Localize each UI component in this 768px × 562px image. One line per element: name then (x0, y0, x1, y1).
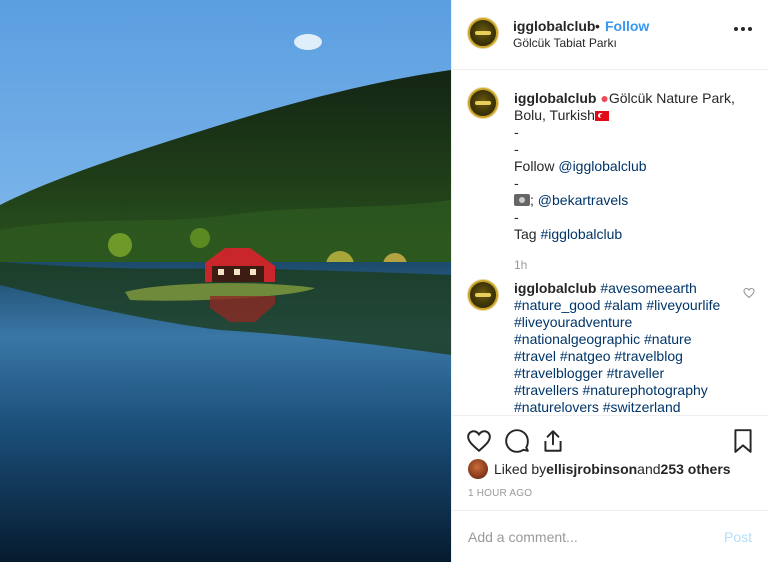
caption-username[interactable]: igglobalclub (514, 90, 596, 106)
post-location[interactable]: Gölcük Tabiat Parkı (513, 36, 617, 50)
liker-username[interactable]: ellisjrobinson (546, 461, 637, 477)
comment-avatar[interactable] (468, 280, 498, 310)
caption-dash: - (514, 124, 519, 140)
comment-username[interactable]: igglobalclub (514, 280, 596, 296)
like-heart-icon[interactable] (466, 428, 492, 454)
caption-avatar[interactable] (468, 88, 498, 118)
caption-dash: - (514, 209, 519, 225)
post-header: igglobalclub • Follow Gölcük Tabiat Park… (452, 0, 768, 70)
hashtag-line[interactable]: #liveyouradventure (514, 314, 734, 331)
post-comment-button[interactable]: Post (724, 529, 752, 545)
caption-line-1: Gölcük Nature Park, (608, 90, 735, 106)
separator-dot: • (595, 18, 600, 34)
camera-icon (514, 194, 530, 206)
likes-middle: and (637, 461, 661, 477)
location-pin-icon: ● (600, 90, 609, 106)
post-photo[interactable] (0, 0, 451, 562)
author-avatar[interactable] (468, 18, 498, 48)
mention-link[interactable]: @igglobalclub (558, 158, 646, 174)
caption-line-2: Bolu, Turkish (514, 107, 595, 123)
bookmark-icon[interactable] (730, 428, 756, 454)
caption-text: igglobalclub ●Gölcük Nature Park, Bolu, … (514, 90, 759, 243)
hashtag-line[interactable]: #travel #natgeo #travelblog (514, 348, 734, 365)
hashtag-link[interactable]: #avesomeearth (600, 280, 697, 296)
share-icon[interactable] (540, 428, 566, 454)
hashtag-line[interactable]: #naturelovers #switzerland (514, 399, 734, 415)
hashtag-line[interactable]: #travelblogger #traveller (514, 365, 734, 382)
camera-suffix: ; (530, 192, 538, 208)
liker-avatar[interactable] (468, 459, 488, 479)
more-options-icon[interactable] (734, 21, 752, 37)
post-actions: Liked by ellisjrobinson and 253 others 1… (452, 415, 768, 515)
comment-input[interactable] (468, 526, 708, 548)
hashtag-link[interactable]: #igglobalclub (540, 226, 622, 242)
author-username[interactable]: igglobalclub (513, 18, 595, 34)
hashtag-line[interactable]: #nature_good #alam #liveyourlife (514, 297, 734, 314)
lake-landscape-image (0, 0, 451, 562)
caption-time[interactable]: 1h (514, 258, 527, 272)
post-side-panel: igglobalclub • Follow Gölcük Tabiat Park… (451, 0, 768, 562)
hashtag-line[interactable]: #travellers #naturephotography (514, 382, 734, 399)
follow-button[interactable]: Follow (605, 18, 649, 34)
caption-dash: - (514, 175, 519, 191)
photographer-mention-link[interactable]: @bekartravels (538, 192, 628, 208)
comment-text: igglobalclub #avesomeearth #nature_good … (514, 280, 734, 415)
likes-summary: Liked by ellisjrobinson and 253 others (468, 459, 731, 479)
add-comment-bar: Post (452, 510, 768, 562)
tag-prefix: Tag (514, 226, 541, 242)
follow-prefix: Follow (514, 158, 559, 174)
comment-like-heart-icon[interactable] (743, 287, 755, 299)
instagram-post: igglobalclub • Follow Gölcük Tabiat Park… (0, 0, 768, 562)
caption-dash: - (514, 141, 519, 157)
comment-icon[interactable] (504, 428, 530, 454)
hashtag-line[interactable]: #nationalgeographic #nature (514, 331, 734, 348)
likes-prefix: Liked by (494, 461, 547, 477)
turkey-flag-icon (594, 111, 609, 121)
comments-section: igglobalclub ●Gölcük Nature Park, Bolu, … (452, 70, 768, 415)
posted-time[interactable]: 1 HOUR AGO (468, 488, 532, 499)
likes-count[interactable]: 253 others (661, 461, 731, 477)
